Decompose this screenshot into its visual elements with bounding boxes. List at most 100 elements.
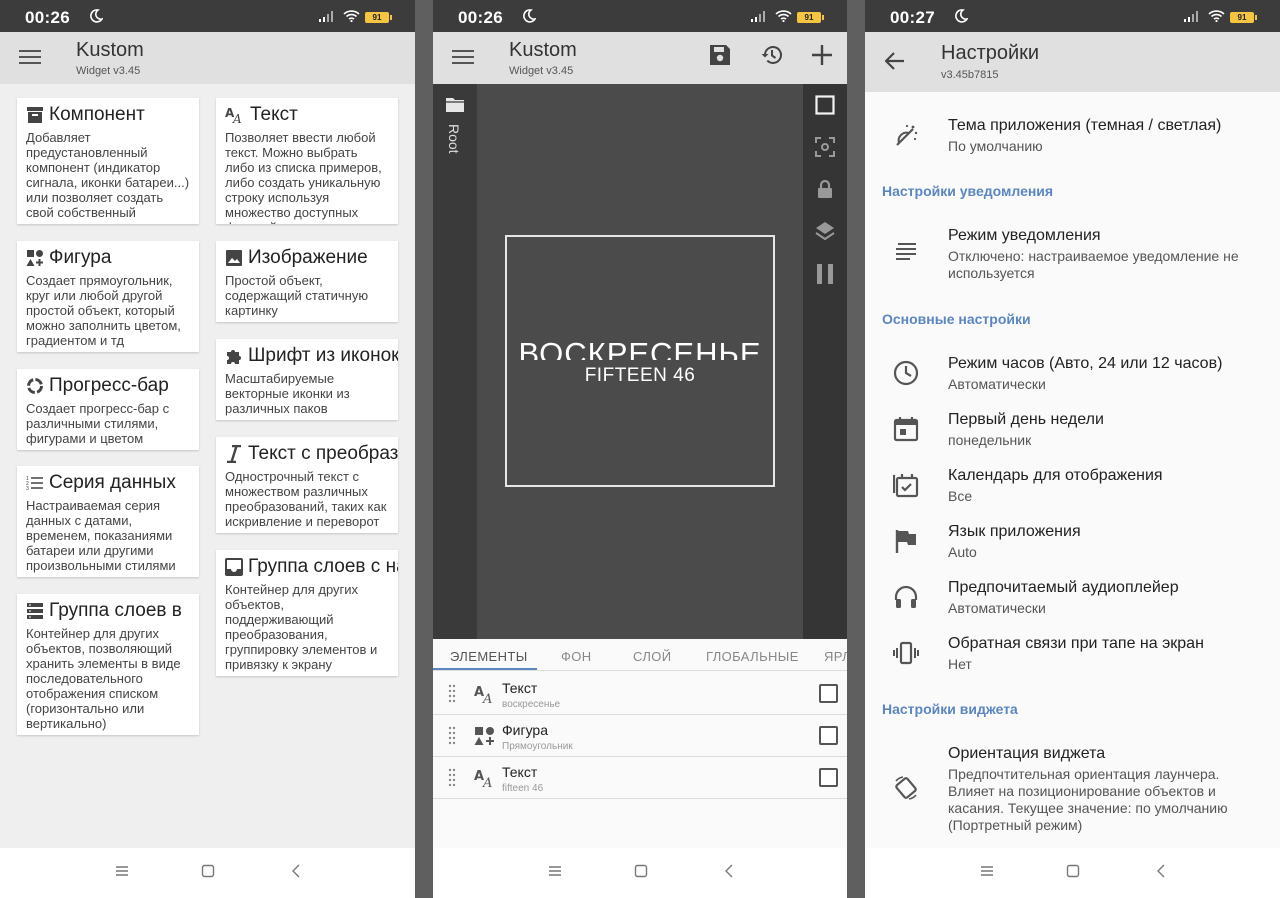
svg-text:A: A (482, 776, 492, 788)
setting-title: Режим уведомления (948, 227, 1101, 244)
app-subtitle: Widget v3.45 (509, 65, 574, 77)
menu-icon[interactable] (19, 47, 41, 65)
save-icon[interactable] (709, 44, 731, 66)
text-card[interactable]: A A Текст Позволяет ввести любой текст. Мо… (216, 98, 398, 224)
card-title: Группа слоев с наложением (248, 556, 398, 577)
stack-icon (27, 603, 43, 619)
data-series-card[interactable]: 1 2 3 Серия данных Настраиваемая серия данн… (17, 466, 199, 577)
home-nav-icon[interactable] (201, 864, 215, 883)
layer-item[interactable]: AA Текст воскресенье (433, 673, 847, 715)
app-bar: Kustom Widget v3.45 (0, 32, 415, 84)
lock-icon[interactable] (815, 179, 835, 199)
drag-handle-icon[interactable] (448, 726, 456, 746)
card-title: Шрифт из иконок (248, 345, 398, 366)
history-icon[interactable] (761, 44, 783, 66)
section-notifications: Настройки уведомления (882, 183, 1054, 199)
section-main: Основные настройки (882, 311, 1031, 327)
notes-icon (896, 243, 916, 260)
layer-item[interactable]: AA Текст fifteen 46 (433, 757, 847, 799)
transform-text-card[interactable]: Текст с преобразованием Однострочный тек… (216, 437, 398, 533)
setting-title: Первый день недели (948, 411, 1104, 428)
shapes-icon (26, 250, 43, 266)
puzzle-icon (227, 350, 241, 364)
progress-card[interactable]: Прогресс-бар Создает прогресс-бар с разл… (17, 369, 199, 450)
setting-title: Тема приложения (темная / светлая) (948, 117, 1222, 134)
widget-preview[interactable]: ВОСКРЕСЕНЬЕ FIFTEEN 46 (505, 235, 775, 487)
folder-icon[interactable] (445, 97, 465, 113)
setting-value: По умолчанию (948, 138, 1043, 154)
app-bar: Kustom Widget v3.45 (433, 32, 847, 84)
text-icon: AA (474, 769, 492, 788)
drag-handle-icon[interactable] (448, 768, 456, 788)
tab-indicator (433, 668, 537, 670)
recents-nav-icon[interactable] (980, 864, 994, 883)
archive-icon (27, 107, 43, 123)
wifi-icon (775, 10, 792, 22)
wifi-icon (1208, 10, 1225, 22)
setting-value: понедельник (948, 432, 1032, 448)
root-label[interactable]: Root (446, 124, 462, 154)
moon-icon (955, 9, 968, 23)
layers-icon[interactable] (815, 221, 835, 241)
battery-icon: 91 (1230, 12, 1257, 23)
back-nav-icon[interactable] (289, 864, 303, 883)
focus-icon[interactable] (815, 137, 835, 157)
back-nav-icon[interactable] (722, 864, 736, 883)
back-arrow-icon[interactable] (885, 52, 905, 70)
component-card[interactable]: Компонент Добавляет предустановленный ко… (17, 98, 199, 224)
card-title: Фигура (49, 247, 112, 268)
setting-value: Отключено: настраиваемое уведомление не … (948, 248, 1239, 281)
tab-globals[interactable]: ГЛОБАЛЬНЫЕ (706, 649, 799, 664)
layer-checkbox[interactable] (819, 684, 838, 703)
menu-icon[interactable] (452, 47, 474, 65)
layer-item[interactable]: Фигура Прямоугольник (433, 715, 847, 757)
layer-path-strip: Root (433, 84, 477, 639)
back-nav-icon[interactable] (1154, 864, 1168, 883)
icon-font-card[interactable]: Шрифт из иконок Масштабируемые векторные… (216, 339, 398, 420)
setting-title: Предпочитаемый аудиоплейер (948, 579, 1179, 596)
setting-title: Календарь для отображения (948, 467, 1163, 484)
home-nav-icon[interactable] (1066, 864, 1080, 883)
tab-shortcuts[interactable]: ЯРЛЫКИ (824, 649, 847, 664)
layer-checkbox[interactable] (819, 768, 838, 787)
layer-title: Текст (502, 764, 538, 780)
clock-icon (893, 360, 919, 386)
editor-tabs: ЭЛЕМЕНТЫ ФОН СЛОЙ ГЛОБАЛЬНЫЕ ЯРЛЫКИ (433, 639, 847, 671)
italic-text-icon (227, 445, 241, 463)
vibrate-icon (893, 641, 919, 665)
setting-value: Предпочтительная ориентация лаунчера. Вл… (948, 766, 1228, 833)
tab-elements[interactable]: ЭЛЕМЕНТЫ (450, 649, 528, 664)
app-bar: Настройки v3.45b7815 (865, 32, 1280, 92)
editor-canvas: Root ВОСКРЕСЕНЬЕ FIFTEEN 46 (433, 84, 847, 639)
setting-value: Автоматически (948, 600, 1046, 616)
headphones-icon (894, 585, 918, 608)
battery-icon: 91 (365, 12, 392, 23)
svg-text:3: 3 (26, 486, 29, 492)
overlap-group-card[interactable]: Группа слоев с наложением Контейнер для … (216, 550, 398, 676)
moon-icon (90, 9, 103, 23)
recents-nav-icon[interactable] (115, 864, 129, 883)
select-box-icon[interactable] (815, 95, 835, 115)
pause-icon[interactable] (815, 263, 835, 285)
shape-card[interactable]: Фигура Создает прямоугольник, круг или л… (17, 241, 199, 352)
tab-layer[interactable]: СЛОЙ (633, 649, 672, 664)
layer-subtitle: воскресенье (502, 699, 561, 710)
card-title: Текст (250, 104, 298, 125)
moon-icon (523, 9, 536, 23)
card-desc: Контейнер для других объектов, поддержив… (225, 582, 378, 672)
preview-day-text: ВОСКРЕСЕНЬЕ (518, 337, 762, 360)
recents-nav-icon[interactable] (548, 864, 562, 883)
layer-checkbox[interactable] (819, 726, 838, 745)
phone-screen-settings: 00:27 91 Настройки v3.45b7815 Тема прило… (865, 0, 1280, 898)
stack-group-card[interactable]: Группа слоев в Контейнер для других объе… (17, 594, 199, 735)
drag-handle-icon[interactable] (448, 684, 456, 704)
home-nav-icon[interactable] (634, 864, 648, 883)
card-title: Текст с преобразованием (248, 443, 398, 464)
image-card[interactable]: Изображение Простой объект, содержащий с… (216, 241, 398, 322)
calendar-check-icon (893, 474, 919, 498)
setting-value: Автоматически (948, 376, 1046, 392)
tab-background[interactable]: ФОН (561, 649, 592, 664)
card-title: Прогресс-бар (49, 375, 169, 396)
card-title: Компонент (49, 104, 145, 125)
add-icon[interactable] (811, 44, 833, 66)
